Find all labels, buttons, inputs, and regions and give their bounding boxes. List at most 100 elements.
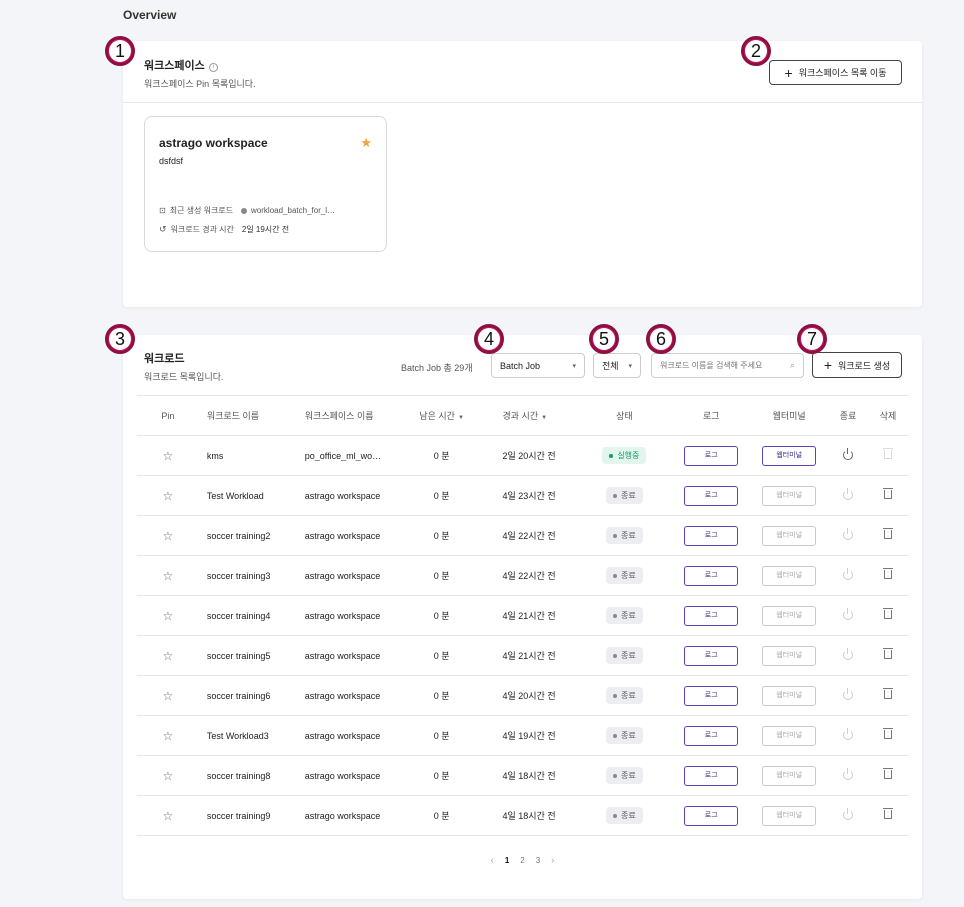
workload-name: soccer training5 <box>198 635 297 676</box>
trash-icon[interactable] <box>883 568 894 579</box>
workspace-name: astrago workspace <box>304 570 381 581</box>
workspace-name-cell: astrago workspace <box>296 715 397 756</box>
table-row: ☆ soccer training2 astrago workspace 0 분 4일 … <box>137 515 908 556</box>
workload-search-input[interactable] <box>660 361 780 370</box>
workspace-name: astrago workspace <box>304 490 381 501</box>
marker-number: 5 <box>593 328 615 350</box>
star-outline-icon[interactable]: ☆ <box>163 769 174 783</box>
workspace-name: astrago workspace <box>304 690 381 701</box>
search-icon[interactable]: ⌕ <box>790 360 795 371</box>
stop-cell <box>828 675 869 716</box>
sort-icon[interactable]: ▼ <box>541 415 547 421</box>
status-badge: 종료 <box>605 487 643 504</box>
status-text: 종료 <box>620 531 636 540</box>
status-dot <box>609 453 614 458</box>
star-outline-icon[interactable]: ☆ <box>163 449 174 463</box>
delete-cell <box>868 755 908 796</box>
elapsed-time: 2일 20시간 전 <box>486 435 577 476</box>
status-text: 종료 <box>620 611 636 620</box>
log-button[interactable]: 로그 <box>684 685 739 706</box>
log-button[interactable]: 로그 <box>684 725 739 746</box>
marker-number: 7 <box>801 328 823 350</box>
log-button[interactable]: 로그 <box>684 565 739 586</box>
web-terminal-button: 웹터미널 <box>762 605 817 626</box>
trash-icon[interactable] <box>883 728 894 739</box>
chevron-down-icon: ▾ <box>572 362 576 370</box>
chevron-left-icon[interactable]: ‹ <box>490 855 493 866</box>
workload-type-value: Batch Job <box>500 360 541 371</box>
trash-icon[interactable] <box>883 768 894 779</box>
workspace-name-cell: astrago workspace <box>296 635 397 676</box>
star-outline-icon[interactable]: ☆ <box>163 689 174 703</box>
status-dot <box>612 573 617 578</box>
terminal-cell: 웹터미널 <box>750 675 829 716</box>
stop-cell <box>828 635 869 676</box>
page-3[interactable]: 3 <box>536 856 540 865</box>
workspace-pin-card[interactable]: astrago workspace ★ dsfdsf ⊡ 최근 생성 워크로드 … <box>144 116 387 252</box>
status-cell: 종료 <box>576 715 673 756</box>
trash-icon[interactable] <box>883 608 894 619</box>
workload-section: 워크로드 워크로드 목록입니다. Batch Job 총 29개 Batch J… <box>123 335 922 899</box>
terminal-cell: 웹터미널 <box>750 635 829 676</box>
column-remaining[interactable]: 남은 시간 ▼ <box>396 395 487 436</box>
chevron-right-icon[interactable]: › <box>551 855 554 866</box>
star-outline-icon[interactable]: ☆ <box>163 609 174 623</box>
power-icon[interactable] <box>843 447 854 460</box>
star-outline-icon[interactable]: ☆ <box>163 569 174 583</box>
star-outline-icon[interactable]: ☆ <box>163 529 174 543</box>
power-icon <box>843 487 854 500</box>
workspace-name: astrago workspace <box>304 810 381 821</box>
create-workload-button[interactable]: + 워크로드 생성 <box>812 352 902 378</box>
workspace-name-cell: astrago workspace <box>296 595 397 636</box>
info-icon[interactable]: i <box>208 63 218 72</box>
terminal-cell: 웹터미널 <box>750 515 829 556</box>
star-outline-icon[interactable]: ☆ <box>163 729 174 743</box>
workload-type-select[interactable]: Batch Job ▾ <box>491 353 585 378</box>
log-button[interactable]: 로그 <box>684 805 739 826</box>
elapsed-time: 4일 22시간 전 <box>486 515 577 556</box>
status-badge: 종료 <box>605 687 643 704</box>
status-filter-select[interactable]: 전체 ▾ <box>593 353 641 378</box>
star-outline-icon[interactable]: ☆ <box>163 649 174 663</box>
status-badge: 실행중 <box>602 447 647 464</box>
star-outline-icon[interactable]: ☆ <box>163 809 174 823</box>
trash-icon[interactable] <box>883 528 894 539</box>
remaining-time: 0 분 <box>396 635 487 676</box>
workload-name: Test Workload3 <box>198 715 297 756</box>
page-1[interactable]: 1 <box>505 856 509 865</box>
trash-icon[interactable] <box>883 688 894 699</box>
log-button[interactable]: 로그 <box>684 445 739 466</box>
trash-icon[interactable] <box>883 648 894 659</box>
star-filled-icon[interactable]: ★ <box>360 135 372 151</box>
column-elapsed-label: 경과 시간 <box>502 411 539 421</box>
move-workspace-list-button[interactable]: + 워크스페이스 목록 이동 <box>769 60 902 85</box>
sort-icon[interactable]: ▼ <box>458 415 464 421</box>
workload-search[interactable]: ⌕ <box>651 353 804 378</box>
trash-icon[interactable] <box>883 808 894 819</box>
marker-number: 6 <box>650 328 672 350</box>
annotation-marker-2: 2 <box>741 36 771 66</box>
pin-cell: ☆ <box>137 515 199 556</box>
workspace-name: astrago workspace <box>304 610 381 621</box>
history-icon: ↺ <box>159 224 167 234</box>
log-button[interactable]: 로그 <box>684 645 739 666</box>
pin-cell: ☆ <box>137 635 199 676</box>
log-button[interactable]: 로그 <box>684 485 739 506</box>
power-icon <box>843 607 854 620</box>
web-terminal-button: 웹터미널 <box>762 645 817 666</box>
pin-cell: ☆ <box>137 795 199 836</box>
log-button[interactable]: 로그 <box>684 765 739 786</box>
trash-icon[interactable] <box>883 488 894 499</box>
column-elapsed[interactable]: 경과 시간 ▼ <box>486 395 577 436</box>
page-2[interactable]: 2 <box>520 856 524 865</box>
log-button[interactable]: 로그 <box>684 605 739 626</box>
log-button[interactable]: 로그 <box>684 525 739 546</box>
star-outline-icon[interactable]: ☆ <box>163 489 174 503</box>
recent-workload-value: workload_batch_for_l… <box>251 206 336 215</box>
web-terminal-button[interactable]: 웹터미널 <box>762 445 817 466</box>
delete-cell <box>868 675 908 716</box>
status-text: 종료 <box>620 731 636 740</box>
table-row: ☆ soccer training8 astrago workspace 0 분 4일 … <box>137 755 908 796</box>
workload-name: soccer training3 <box>198 555 297 596</box>
log-cell: 로그 <box>672 715 751 756</box>
